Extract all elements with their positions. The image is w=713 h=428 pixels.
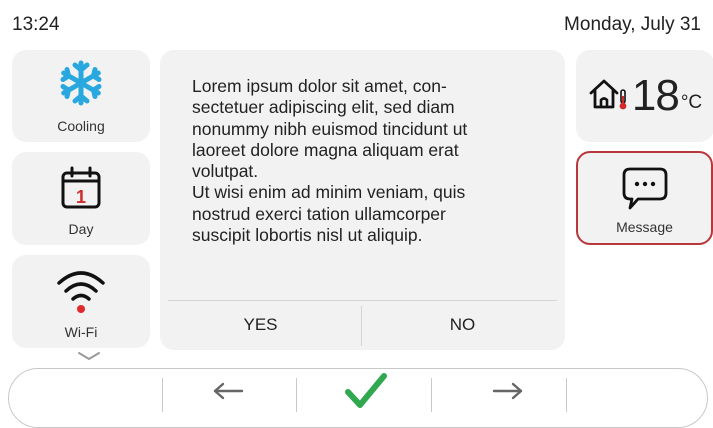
temperature-tile[interactable]: 18 °C	[576, 50, 713, 142]
message-label: Message	[616, 219, 673, 235]
wifi-tile[interactable]: Wi-Fi	[12, 255, 150, 348]
nav-divider	[162, 378, 163, 412]
home-thermometer-icon	[588, 76, 630, 117]
arrow-left-icon	[211, 381, 245, 406]
confirm-button[interactable]	[338, 372, 394, 414]
checkmark-icon	[344, 372, 388, 415]
snowflake-icon	[12, 60, 150, 106]
chat-bubble-icon	[578, 165, 711, 213]
dialog-divider	[168, 300, 557, 301]
calendar-number: 1	[76, 187, 86, 207]
message-tile[interactable]: Message	[576, 151, 713, 245]
temperature-value: 18	[631, 71, 680, 120]
cooling-tile[interactable]: Cooling	[12, 50, 150, 142]
day-tile[interactable]: 1 Day	[12, 152, 150, 245]
dialog-message-text: Lorem ipsum dolor sit amet, con- sectetu…	[192, 76, 468, 246]
wifi-icon	[12, 267, 150, 315]
calendar-icon: 1	[12, 166, 150, 210]
nav-divider	[431, 378, 432, 412]
wifi-label: Wi-Fi	[64, 324, 98, 340]
no-button[interactable]: NO	[365, 302, 560, 348]
back-button[interactable]	[200, 372, 256, 414]
arrow-right-icon	[491, 381, 525, 406]
status-time: 13:24	[12, 14, 60, 35]
day-label: Day	[68, 221, 94, 237]
yes-button[interactable]: YES	[163, 302, 358, 348]
nav-divider	[296, 378, 297, 412]
message-dialog: Lorem ipsum dolor sit amet, con- sectetu…	[160, 50, 565, 350]
chevron-down-icon[interactable]	[76, 349, 102, 367]
nav-divider	[566, 378, 567, 412]
dialog-button-divider	[361, 306, 362, 346]
cooling-label: Cooling	[57, 118, 105, 134]
temperature-unit: °C	[680, 92, 703, 113]
status-date: Monday, July 31	[564, 14, 701, 35]
forward-button[interactable]	[480, 372, 536, 414]
